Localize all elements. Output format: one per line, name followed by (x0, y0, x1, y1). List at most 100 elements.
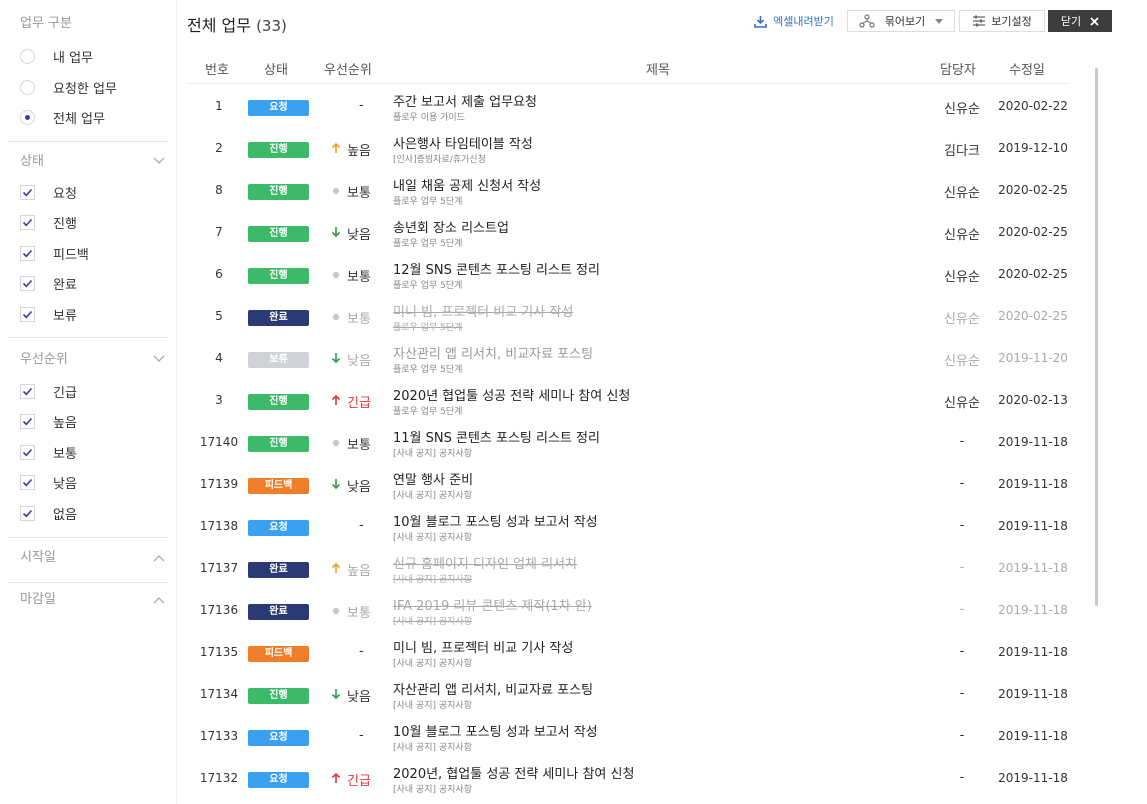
table-row[interactable]: 3 진행 긴급 2020년 협업툴 성공 전략 세미나 참여 신청 플로우 업무 5단계… (187, 380, 1087, 422)
start-date-filter[interactable]: 시작일 (0, 548, 177, 568)
checkbox-checked-icon[interactable] (20, 245, 35, 261)
project-name[interactable]: 플로우 업무 5단계 (393, 404, 462, 417)
task-title[interactable]: 신규 홈페이지 디자인 업체 리서치 (393, 553, 577, 572)
status-filter-option[interactable]: 완료 (20, 274, 77, 294)
chevron-up-icon[interactable] (153, 596, 165, 604)
view-settings-button[interactable]: 보기설정 (959, 10, 1045, 32)
task-title[interactable]: 12월 SNS 콘텐츠 포스팅 리스트 정리 (393, 259, 600, 278)
checkbox-checked-icon[interactable] (20, 215, 35, 231)
task-title[interactable]: 11월 SNS 콘텐츠 포스팅 리스트 정리 (393, 427, 600, 446)
status-filter-option[interactable]: 요청 (20, 182, 77, 202)
checkbox-checked-icon[interactable] (20, 505, 35, 521)
table-row[interactable]: 17132 요청 긴급 2020년, 협업툴 성공 전략 세미나 참여 신청 [사내 공… (187, 758, 1087, 800)
excel-download-button[interactable]: 엑셀내려받기 (748, 10, 840, 32)
assignee: - (959, 602, 965, 617)
project-name[interactable]: 플로우 업무 5단계 (393, 278, 462, 291)
project-name[interactable]: [인사]증빙자료/휴가신청 (393, 152, 486, 165)
project-name[interactable]: 플로우 업무 5단계 (393, 320, 462, 333)
task-title[interactable]: 10월 블로그 포스팅 성과 보고서 작성 (393, 511, 598, 530)
task-title[interactable]: 내일 채움 공제 신청서 작성 (393, 175, 541, 194)
task-title[interactable]: 자산관리 앱 리서치, 비교자료 포스팅 (393, 343, 593, 362)
priority-cell: 보통 (329, 434, 371, 453)
checkbox-checked-icon[interactable] (20, 184, 35, 200)
col-modified[interactable]: 수정일 (1009, 59, 1045, 78)
checkbox-checked-icon[interactable] (20, 414, 35, 430)
project-name[interactable]: [사내 공지] 공지사항 (393, 488, 472, 501)
modified-date: 2020-02-25 (998, 267, 1068, 281)
table-row[interactable]: 1 요청 - 주간 보고서 제출 업무요청 플로우 이용 가이드 신유순 2020-02-2… (187, 86, 1087, 128)
priority-label: 낮음 (347, 690, 371, 705)
table-row[interactable]: 17140 진행 보통 11월 SNS 콘텐츠 포스팅 리스트 정리 [사내 공지] 공… (187, 422, 1087, 464)
status-filter-heading[interactable]: 상태 (0, 152, 177, 172)
project-name[interactable]: [사내 공지] 공지사항 (393, 782, 472, 795)
table-row[interactable]: 17137 완료 높음 신규 홈페이지 디자인 업체 리서치 [사내 공지] 공지사항 -… (187, 548, 1087, 590)
project-name[interactable]: [사내 공지] 공지사항 (393, 572, 472, 585)
table-row[interactable]: 5 완료 보통 미니 빔, 프로젝터 비교 기사 작성 플로우 업무 5단계 신유순 202… (187, 296, 1087, 338)
task-title[interactable]: 미니 빔, 프로젝터 비교 기사 작성 (393, 637, 573, 656)
table-row[interactable]: 4 보류 낮음 자산관리 앱 리서치, 비교자료 포스팅 플로우 업무 5단계 신유순 20… (187, 338, 1087, 380)
scrollbar[interactable] (1095, 68, 1098, 606)
table-row[interactable]: 17134 진행 낮음 자산관리 앱 리서치, 비교자료 포스팅 [사내 공지] 공지사… (187, 674, 1087, 716)
task-title[interactable]: 사은행사 타임테이블 작성 (393, 133, 533, 152)
status-filter-option[interactable]: 피드백 (20, 243, 89, 263)
project-name[interactable]: [사내 공지] 공지사항 (393, 740, 472, 753)
col-title[interactable]: 제목 (646, 59, 670, 78)
group-view-dropdown[interactable]: 묶어보기 (847, 10, 955, 32)
chevron-up-icon[interactable] (153, 554, 165, 562)
checkbox-checked-icon[interactable] (20, 306, 35, 322)
col-priority[interactable]: 우선순위 (324, 59, 372, 78)
project-name[interactable]: [사내 공지] 공지사항 (393, 530, 472, 543)
due-date-filter[interactable]: 마감일 (0, 590, 177, 610)
task-title[interactable]: IFA 2019 리뷰 콘텐츠 제작(1차 안) (393, 595, 592, 614)
project-name[interactable]: [사내 공지] 공지사항 (393, 614, 472, 627)
project-name[interactable]: 플로우 이용 가이드 (393, 110, 465, 123)
priority-filter-option[interactable]: 보통 (20, 442, 77, 462)
status-filter-option[interactable]: 진행 (20, 213, 77, 233)
checkbox-checked-icon[interactable] (20, 383, 35, 399)
project-name[interactable]: [사내 공지] 공지사항 (393, 446, 472, 459)
radio-icon[interactable] (20, 79, 35, 95)
radio-my-work[interactable]: 내 업무 (20, 46, 93, 66)
task-title[interactable]: 연말 행사 준비 (393, 469, 473, 488)
table-row[interactable]: 17138 요청 - 10월 블로그 포스팅 성과 보고서 작성 [사내 공지] 공지사… (187, 506, 1087, 548)
project-name[interactable]: [사내 공지] 공지사항 (393, 698, 472, 711)
status-filter-option[interactable]: 보류 (20, 304, 77, 324)
task-title[interactable]: 10월 블로그 포스팅 성과 보고서 작성 (393, 721, 598, 740)
priority-filter-option[interactable]: 없음 (20, 503, 77, 523)
col-status[interactable]: 상태 (264, 59, 288, 78)
chevron-down-icon[interactable] (153, 157, 165, 165)
project-name[interactable]: 플로우 업무 5단계 (393, 362, 462, 375)
table-row[interactable]: 2 진행 높음 사은행사 타임테이블 작성 [인사]증빙자료/휴가신청 김다크 2019-1… (187, 128, 1087, 170)
table-row[interactable]: 17135 피드백 - 미니 빔, 프로젝터 비교 기사 작성 [사내 공지] 공지사항… (187, 632, 1087, 674)
radio-all-work[interactable]: 전체 업무 (20, 107, 105, 127)
priority-filter-option[interactable]: 긴급 (20, 381, 77, 401)
task-title[interactable]: 송년회 장소 리스트업 (393, 217, 509, 236)
checkbox-checked-icon[interactable] (20, 444, 35, 460)
table-row[interactable]: 17139 피드백 낮음 연말 행사 준비 [사내 공지] 공지사항 - 2019-11-1… (187, 464, 1087, 506)
radio-requested-work[interactable]: 요청한 업무 (20, 77, 117, 97)
priority-filter-option[interactable]: 높음 (20, 412, 77, 432)
table-row[interactable]: 6 진행 보통 12월 SNS 콘텐츠 포스팅 리스트 정리 플로우 업무 5단계 신유순… (187, 254, 1087, 296)
table-row[interactable]: 7 진행 낮음 송년회 장소 리스트업 플로우 업무 5단계 신유순 2020-02-25 (187, 212, 1087, 254)
priority-filter-heading[interactable]: 우선순위 (0, 350, 177, 370)
task-title[interactable]: 2020년 협업툴 성공 전략 세미나 참여 신청 (393, 385, 630, 404)
table-row[interactable]: 17133 요청 - 10월 블로그 포스팅 성과 보고서 작성 [사내 공지] 공지사… (187, 716, 1087, 758)
task-title[interactable]: 주간 보고서 제출 업무요청 (393, 91, 537, 110)
radio-selected-icon[interactable] (20, 109, 35, 125)
project-name[interactable]: 플로우 업무 5단계 (393, 194, 462, 207)
chevron-down-icon[interactable] (153, 355, 165, 363)
radio-icon[interactable] (20, 48, 35, 64)
task-title[interactable]: 2020년, 협업툴 성공 전략 세미나 참여 신청 (393, 763, 634, 782)
table-row[interactable]: 8 진행 보통 내일 채움 공제 신청서 작성 플로우 업무 5단계 신유순 2020-02… (187, 170, 1087, 212)
close-button[interactable]: 닫기 (1048, 10, 1112, 32)
priority-filter-option[interactable]: 낮음 (20, 473, 77, 493)
task-title[interactable]: 미니 빔, 프로젝터 비교 기사 작성 (393, 301, 573, 320)
table-row[interactable]: 17136 완료 보통 IFA 2019 리뷰 콘텐츠 제작(1차 안) [사내 공지]… (187, 590, 1087, 632)
checkbox-checked-icon[interactable] (20, 276, 35, 292)
task-title[interactable]: 자산관리 앱 리서치, 비교자료 포스팅 (393, 679, 593, 698)
project-name[interactable]: [사내 공지] 공지사항 (393, 656, 472, 669)
col-no[interactable]: 번호 (205, 59, 229, 78)
col-assignee[interactable]: 담당자 (940, 59, 976, 78)
checkbox-checked-icon[interactable] (20, 475, 35, 491)
project-name[interactable]: 플로우 업무 5단계 (393, 236, 462, 249)
